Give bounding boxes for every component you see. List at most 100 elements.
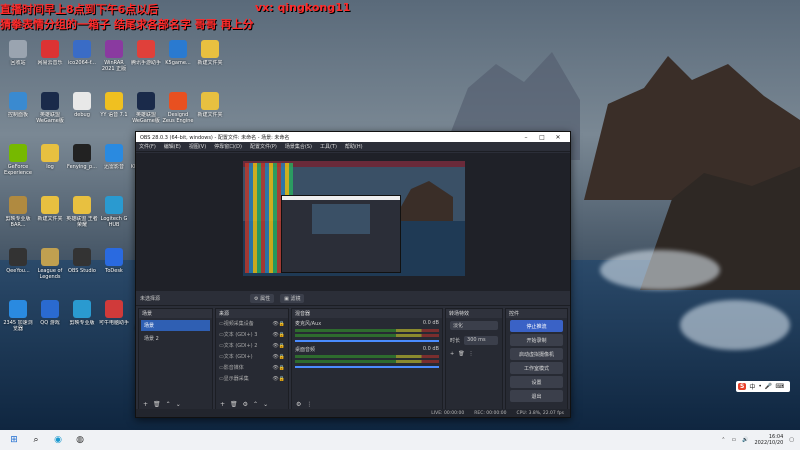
control-button[interactable]: 停止推流 bbox=[510, 320, 563, 332]
filters-button[interactable]: ▣ 滤镜 bbox=[280, 294, 305, 303]
minimize-icon[interactable]: – bbox=[518, 134, 534, 141]
notification-icon[interactable]: ▢ bbox=[789, 437, 794, 443]
maximize-icon[interactable]: □ bbox=[534, 134, 550, 141]
control-button[interactable]: 开始录制 bbox=[510, 334, 563, 346]
menu-item[interactable]: 帮助(H) bbox=[345, 143, 363, 150]
gear-icon[interactable]: ⚙ bbox=[296, 401, 301, 408]
clock[interactable]: 16:04 2022/10/20 bbox=[754, 434, 783, 446]
desktop-icon[interactable]: 英雄联盟 WeGame版 bbox=[130, 92, 162, 124]
chevron-up-icon[interactable]: ⌃ bbox=[253, 401, 258, 408]
source-item[interactable]: ▭ 显示器采集 👁 🔒 bbox=[216, 373, 288, 384]
volume-icon[interactable]: 🔊 bbox=[742, 437, 748, 443]
add-icon[interactable]: + bbox=[143, 401, 148, 408]
more-icon[interactable]: ⋮ bbox=[306, 401, 312, 408]
desktop-icon[interactable]: 控制面板 bbox=[2, 92, 34, 124]
menu-item[interactable]: 场景集合(S) bbox=[285, 143, 312, 150]
menu-item[interactable]: 编辑(E) bbox=[164, 143, 181, 150]
desktop-icon[interactable]: 新建文件夹 bbox=[194, 92, 226, 124]
volume-slider[interactable] bbox=[295, 340, 439, 342]
menu-item[interactable]: 文件(F) bbox=[139, 143, 156, 150]
control-button[interactable]: 设置 bbox=[510, 376, 563, 388]
trash-icon[interactable]: 🗑 bbox=[153, 401, 161, 408]
lock-icon[interactable]: 🔒 bbox=[279, 321, 285, 327]
app-icon bbox=[73, 248, 91, 266]
source-item[interactable]: ▭ 影音媒体 👁 🔒 bbox=[216, 362, 288, 373]
sogou-icon[interactable]: S bbox=[738, 383, 747, 390]
add-icon[interactable]: + bbox=[450, 351, 454, 357]
desktop-icon[interactable]: 网易云音乐 bbox=[34, 40, 66, 72]
duration-input[interactable]: 300 ms bbox=[464, 336, 498, 345]
lock-icon[interactable]: 🔒 bbox=[279, 354, 285, 360]
source-item[interactable]: ▭ 文本 (GDI+) 👁 🔒 bbox=[216, 351, 288, 362]
source-item[interactable]: ▭ 文本 (GDI+) 3 👁 🔒 bbox=[216, 329, 288, 340]
close-icon[interactable]: ✕ bbox=[550, 134, 566, 141]
desktop-icon[interactable]: ToDesk bbox=[98, 248, 130, 280]
desktop-icon[interactable]: YY 语音 7.1 bbox=[98, 92, 130, 124]
stream-preview[interactable] bbox=[243, 161, 465, 276]
obs-taskbar-icon[interactable]: ◍ bbox=[72, 433, 88, 447]
desktop-icon[interactable]: GeForce Experience bbox=[2, 144, 34, 176]
source-item[interactable]: ▭ 文本 (GDI+) 2 👁 🔒 bbox=[216, 340, 288, 351]
network-icon[interactable]: ▭ bbox=[731, 437, 736, 443]
desktop-icon[interactable]: 英雄联盟 王者荣耀 bbox=[66, 196, 98, 228]
desktop-icon[interactable]: ico2064-f... bbox=[66, 40, 98, 72]
scene-item[interactable]: 场景 2 bbox=[141, 333, 210, 344]
search-icon[interactable]: ⌕ bbox=[28, 433, 44, 447]
ime-toolbar[interactable]: S 中 • 🎤 ⌨ bbox=[736, 381, 790, 392]
desktop-icon[interactable]: 新建文件夹 bbox=[34, 196, 66, 228]
trash-icon[interactable]: 🗑 bbox=[458, 351, 464, 357]
control-button[interactable]: 退出 bbox=[510, 390, 563, 402]
desktop-icon[interactable]: Logitech G HUB bbox=[98, 196, 130, 228]
scene-item[interactable]: 场景 bbox=[141, 320, 210, 331]
chevron-down-icon[interactable]: ⌄ bbox=[263, 401, 268, 408]
chevron-up-icon[interactable]: ⌃ bbox=[166, 401, 171, 408]
control-button[interactable]: 工作室模式 bbox=[510, 362, 563, 374]
desktop-icon[interactable]: K5game... bbox=[162, 40, 194, 72]
desktop-icon[interactable]: Designd Zeus Engine bbox=[162, 92, 194, 124]
lock-icon[interactable]: 🔒 bbox=[279, 365, 285, 371]
control-button[interactable]: 启动虚拟摄像机 bbox=[510, 348, 563, 360]
desktop-icon[interactable]: 迅雷影音 bbox=[98, 144, 130, 176]
desktop-icon[interactable]: WinRAR 2021 正版 bbox=[98, 40, 130, 72]
chevron-down-icon[interactable]: ⌄ bbox=[176, 401, 181, 408]
desktop-icon[interactable]: QeeYou... bbox=[2, 248, 34, 280]
desktop-icon[interactable]: League of Legends bbox=[34, 248, 66, 280]
menu-item[interactable]: 视图(V) bbox=[189, 143, 206, 150]
ime-mode-icon[interactable]: 中 bbox=[749, 382, 755, 391]
keyboard-icon[interactable]: ⌨ bbox=[775, 383, 784, 390]
volume-slider[interactable] bbox=[295, 366, 439, 368]
desktop-icon[interactable]: 剪映专业版 bbox=[66, 300, 98, 332]
add-icon[interactable]: + bbox=[220, 401, 225, 408]
trash-icon[interactable]: 🗑 bbox=[230, 401, 238, 408]
punctuation-icon[interactable]: • bbox=[758, 383, 762, 390]
lock-icon[interactable]: 🔒 bbox=[279, 343, 285, 349]
desktop-icon[interactable]: log bbox=[34, 144, 66, 176]
more-icon[interactable]: ⋮ bbox=[469, 351, 474, 357]
desktop-icon[interactable]: 新建文件夹 bbox=[194, 40, 226, 72]
menu-item[interactable]: 工具(T) bbox=[320, 143, 337, 150]
source-item[interactable]: ▭ 视频采集设备 👁 🔒 bbox=[216, 318, 288, 329]
desktop-icon[interactable]: 可牛电脑助手 bbox=[98, 300, 130, 332]
properties-button[interactable]: ⚙ 属性 bbox=[250, 294, 275, 303]
desktop-icon[interactable]: 剪映专业版 BAR... bbox=[2, 196, 34, 228]
lock-icon[interactable]: 🔒 bbox=[279, 332, 285, 338]
edge-taskbar-icon[interactable]: ◉ bbox=[50, 433, 66, 447]
obs-titlebar[interactable]: OBS 28.0.3 (64-bit, windows) - 配置文件: 未命名… bbox=[136, 132, 570, 142]
transition-select[interactable]: 淡化 bbox=[450, 321, 498, 330]
windows-start-icon[interactable]: ⊞ bbox=[6, 433, 22, 447]
desktop-icon[interactable]: 回收站 bbox=[2, 40, 34, 72]
desktop-icon[interactable]: Fenying_p... bbox=[66, 144, 98, 176]
desktop-icon[interactable]: 2345 加速浏览器 bbox=[2, 300, 34, 332]
menu-item[interactable]: 配置文件(P) bbox=[250, 143, 277, 150]
lock-icon[interactable]: 🔒 bbox=[279, 376, 285, 382]
desktop-icon[interactable]: QQ 游戏 bbox=[34, 300, 66, 332]
chevron-up-icon[interactable]: ⌃ bbox=[721, 437, 725, 443]
menu-item[interactable]: 停靠窗口(D) bbox=[214, 143, 242, 150]
desktop-icon[interactable]: 腾讯手游助手 bbox=[130, 40, 162, 72]
desktop-icon[interactable]: debug bbox=[66, 92, 98, 124]
obs-window[interactable]: OBS 28.0.3 (64-bit, windows) - 配置文件: 未命名… bbox=[135, 131, 571, 418]
gear-icon[interactable]: ⚙ bbox=[243, 401, 248, 408]
desktop-icon[interactable]: 英雄联盟 WeGame版 bbox=[34, 92, 66, 124]
desktop-icon[interactable]: OBS Studio bbox=[66, 248, 98, 280]
mic-icon[interactable]: 🎤 bbox=[765, 383, 772, 390]
